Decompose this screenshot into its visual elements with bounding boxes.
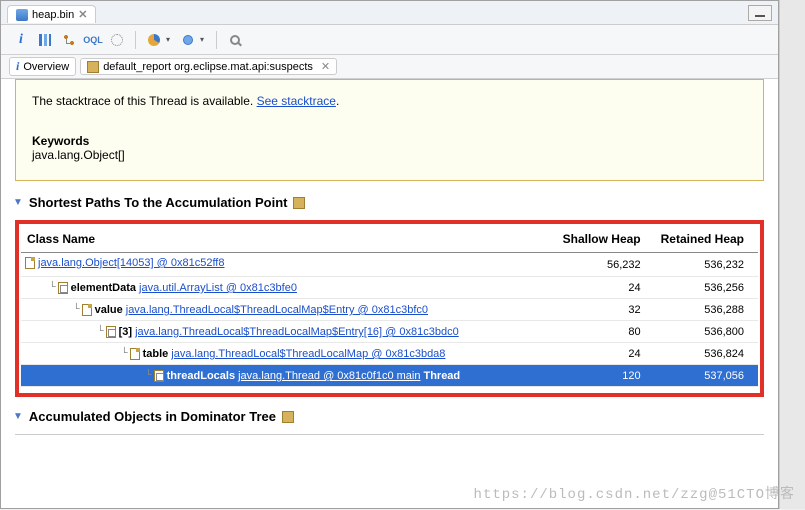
retained-heap-cell: 537,056 bbox=[655, 365, 758, 387]
info-icon: i bbox=[19, 32, 23, 48]
query-button[interactable] bbox=[176, 29, 200, 51]
suffix-text: Thread bbox=[423, 370, 460, 382]
close-icon[interactable]: ✕ bbox=[78, 8, 87, 21]
shallow-heap-cell: 80 bbox=[555, 321, 655, 343]
field-name: elementData bbox=[71, 282, 136, 294]
object-link[interactable]: java.lang.ThreadLocal$ThreadLocalMap$Ent… bbox=[135, 326, 459, 338]
object-link[interactable]: java.lang.ThreadLocal$ThreadLocalMap$Ent… bbox=[126, 304, 428, 316]
table-row[interactable]: java.lang.Object[14053] @ 0x81c52ff8 56,2… bbox=[21, 253, 758, 277]
gear-icon bbox=[111, 34, 123, 46]
shallow-heap-cell: 120 bbox=[555, 365, 655, 387]
bar-chart-icon bbox=[39, 34, 51, 46]
shallow-heap-cell: 56,232 bbox=[555, 253, 655, 277]
object-icon bbox=[154, 370, 164, 382]
editor-tab-heap[interactable]: heap.bin ✕ bbox=[7, 5, 96, 23]
toolbar: i OQL ▾ ▾ bbox=[1, 25, 778, 55]
shallow-heap-cell: 24 bbox=[555, 277, 655, 299]
toolbar-separator bbox=[135, 31, 136, 49]
object-link[interactable]: java.util.ArrayList @ 0x81c3bfe0 bbox=[139, 282, 297, 294]
tree-line: └ bbox=[73, 304, 79, 316]
paths-table: Class Name Shallow Heap Retained Heap ja… bbox=[21, 228, 758, 387]
col-shallow[interactable]: Shallow Heap bbox=[555, 228, 655, 253]
keywords-value: java.lang.Object[] bbox=[32, 148, 747, 162]
table-icon bbox=[293, 197, 305, 209]
sql-icon: OQL bbox=[83, 35, 103, 45]
database-icon bbox=[16, 9, 28, 21]
object-icon bbox=[58, 282, 68, 294]
col-retained[interactable]: Retained Heap bbox=[655, 228, 758, 253]
section-title: Accumulated Objects in Dominator Tree bbox=[29, 409, 276, 424]
toolbar-separator bbox=[216, 31, 217, 49]
table-row[interactable]: └ value java.lang.ThreadLocal$ThreadLocal… bbox=[21, 299, 758, 321]
object-icon bbox=[82, 304, 92, 316]
tree-icon bbox=[63, 34, 75, 46]
editor-tabbar: heap.bin ✕ bbox=[1, 1, 778, 25]
retained-heap-cell: 536,232 bbox=[655, 253, 758, 277]
gear-button[interactable] bbox=[105, 29, 129, 51]
object-link[interactable]: java.lang.Thread @ 0x81c0f1c0 main bbox=[238, 370, 420, 382]
keywords-heading: Keywords bbox=[32, 134, 747, 148]
table-icon bbox=[282, 411, 294, 423]
subtab-label: default_report org.eclipse.mat.api:suspe… bbox=[103, 61, 313, 73]
shallow-heap-cell: 24 bbox=[555, 343, 655, 365]
suspect-card: The stacktrace of this Thread is availab… bbox=[15, 79, 764, 181]
pie-icon bbox=[148, 34, 160, 46]
section-accumulated[interactable]: ▼ Accumulated Objects in Dominator Tree bbox=[13, 409, 764, 424]
info-icon: i bbox=[16, 59, 19, 74]
retained-heap-cell: 536,288 bbox=[655, 299, 758, 321]
object-link[interactable]: java.lang.Object[14053] @ 0x81c52ff8 bbox=[38, 257, 224, 269]
retained-heap-cell: 536,824 bbox=[655, 343, 758, 365]
table-row[interactable]: └ [3] java.lang.ThreadLocal$ThreadLocalMa… bbox=[21, 321, 758, 343]
sub-tabbar: i Overview default_report org.eclipse.ma… bbox=[1, 55, 778, 79]
minimize-button[interactable] bbox=[748, 5, 772, 21]
tab-default-report[interactable]: default_report org.eclipse.mat.api:suspe… bbox=[80, 58, 337, 75]
field-name: threadLocals bbox=[167, 370, 235, 382]
chart-button[interactable] bbox=[142, 29, 166, 51]
report-icon bbox=[87, 61, 99, 73]
stacktrace-line: The stacktrace of this Thread is availab… bbox=[32, 94, 747, 108]
tree-line: └ bbox=[121, 348, 127, 360]
field-name: [3] bbox=[119, 326, 132, 338]
field-name: table bbox=[143, 348, 169, 360]
object-icon bbox=[106, 326, 116, 338]
watermark: https://blog.csdn.net/zzg@51CTO博客 bbox=[474, 483, 795, 503]
db-small-icon bbox=[183, 35, 193, 45]
subtab-label: Overview bbox=[23, 61, 69, 73]
tab-overview[interactable]: i Overview bbox=[9, 57, 76, 76]
paths-table-highlight: Class Name Shallow Heap Retained Heap ja… bbox=[15, 220, 764, 397]
section-shortest-paths[interactable]: ▼ Shortest Paths To the Accumulation Poi… bbox=[13, 195, 764, 210]
shallow-heap-cell: 32 bbox=[555, 299, 655, 321]
retained-heap-cell: 536,800 bbox=[655, 321, 758, 343]
tab-label: heap.bin bbox=[32, 9, 74, 21]
section-title: Shortest Paths To the Accumulation Point bbox=[29, 195, 288, 210]
table-row[interactable]: └ elementData java.util.ArrayList @ 0x81c… bbox=[21, 277, 758, 299]
chevron-down-icon[interactable]: ▾ bbox=[164, 35, 172, 44]
collapse-icon[interactable]: ▼ bbox=[13, 197, 23, 208]
tree-line: └ bbox=[49, 282, 55, 294]
table-row[interactable]: └ table java.lang.ThreadLocal$ThreadLocal… bbox=[21, 343, 758, 365]
info-button[interactable]: i bbox=[9, 29, 33, 51]
oql-button[interactable]: OQL bbox=[81, 29, 105, 51]
content-area: The stacktrace of this Thread is availab… bbox=[1, 79, 778, 510]
tree-line: └ bbox=[145, 370, 151, 382]
right-gutter bbox=[779, 0, 805, 509]
table-row[interactable]: └ threadLocals java.lang.Thread @ 0x81c0f… bbox=[21, 365, 758, 387]
chevron-down-icon[interactable]: ▾ bbox=[198, 35, 206, 44]
see-stacktrace-link[interactable]: See stacktrace bbox=[257, 94, 336, 108]
tree-line: └ bbox=[97, 326, 103, 338]
dominator-button[interactable] bbox=[57, 29, 81, 51]
search-button[interactable] bbox=[223, 29, 247, 51]
object-icon bbox=[25, 257, 35, 269]
retained-heap-cell: 536,256 bbox=[655, 277, 758, 299]
field-name: value bbox=[95, 304, 123, 316]
object-link[interactable]: java.lang.ThreadLocal$ThreadLocalMap @ 0… bbox=[171, 348, 445, 360]
search-icon bbox=[230, 35, 240, 45]
close-icon[interactable]: ✕ bbox=[321, 60, 330, 73]
collapse-icon[interactable]: ▼ bbox=[13, 411, 23, 422]
object-icon bbox=[130, 348, 140, 360]
next-table-top bbox=[15, 434, 764, 442]
histogram-button[interactable] bbox=[33, 29, 57, 51]
col-classname[interactable]: Class Name bbox=[21, 228, 555, 253]
